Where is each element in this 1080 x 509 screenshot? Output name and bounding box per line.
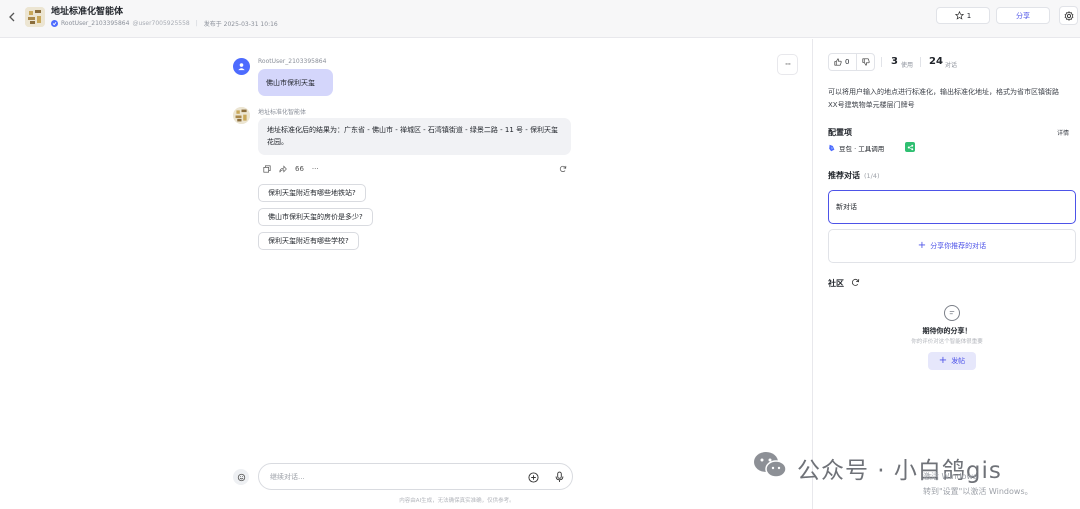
share-message-button[interactable]: [279, 165, 287, 173]
settings-button[interactable]: [1059, 6, 1078, 25]
community-refresh-button[interactable]: [850, 277, 860, 287]
ai-disclaimer: 内容由AI生成，无法确保真实准确，仅供参考。: [399, 498, 515, 504]
thumbs-up-icon: [834, 58, 842, 66]
share-recommended-button[interactable]: + 分享你推荐的对话: [828, 229, 1076, 263]
empty-state-title: 期待你的分享！: [922, 327, 972, 335]
more-options-button[interactable]: ···: [777, 54, 798, 75]
stat-divider: [881, 57, 882, 67]
recommend-count: (1/4): [864, 172, 880, 180]
person-icon: [238, 63, 245, 71]
bot-avatar: [233, 107, 250, 124]
verified-icon: [51, 19, 58, 27]
bot-message: 地址标准化后的结果为：广东省 - 佛山市 - 禅城区 - 石湾镇街道 - 绿景二…: [258, 118, 571, 155]
attach-button[interactable]: [527, 471, 539, 483]
chat-area: ··· RootUser_2103395864 佛山市保利天玺 地址标准化智能体…: [0, 39, 812, 509]
more-actions-button[interactable]: ···: [312, 165, 319, 173]
agent-info-panel: 0 3 使用 24 对话 可以将用户输入的地点进行标准化，输出标准化地址，格式为…: [812, 39, 1080, 509]
broom-icon: [237, 473, 245, 481]
comment-icon: [944, 305, 960, 321]
share-plugin-icon[interactable]: [905, 142, 915, 152]
plus-icon: +: [938, 355, 948, 366]
message-composer: [258, 463, 573, 490]
gear-icon: [1064, 10, 1073, 21]
chevron-left-icon: [9, 12, 15, 22]
stat-divider: [920, 57, 921, 67]
forward-icon: [279, 165, 287, 173]
copy-button[interactable]: [263, 165, 271, 173]
like-count: 0: [845, 58, 850, 66]
regenerate-button[interactable]: [557, 163, 569, 175]
app-root: 地址标准化智能体 RootUser_2103395864 @user700592…: [0, 0, 1080, 509]
author-meta: RootUser_2103395864 @user7005925558 | 发布…: [51, 18, 278, 28]
conversation-count: 24: [929, 56, 943, 67]
back-button[interactable]: [4, 9, 20, 25]
user-name: RootUser_2103395864: [258, 58, 327, 65]
post-button[interactable]: + 发帖: [928, 352, 976, 370]
author-handle: @user7005925558: [132, 19, 190, 27]
voice-input-button[interactable]: [553, 470, 565, 484]
thumbs-down-icon: [861, 58, 870, 66]
config-heading: 配置项: [828, 128, 852, 137]
favorite-button[interactable]: 1: [936, 7, 990, 24]
message-input[interactable]: [270, 469, 510, 485]
plus-icon: +: [917, 240, 927, 251]
clear-context-button[interactable]: [233, 469, 249, 485]
agent-description: 可以将用户输入的地点进行标准化，输出标准化地址，格式为省市区镇街路XX号建筑物单…: [828, 88, 1059, 109]
windows-activation-title: 激活 Windows: [923, 472, 978, 481]
refresh-icon: [559, 165, 567, 172]
like-button[interactable]: 0: [829, 54, 857, 70]
recommend-heading: 推荐对话 (1/4): [828, 171, 880, 180]
share-button[interactable]: 分享: [996, 7, 1050, 24]
bot-name: 地址标准化智能体: [258, 109, 307, 116]
refresh-icon: [851, 278, 859, 286]
message-actions: 66 ···: [263, 163, 319, 175]
new-conversation-item[interactable]: 新对话: [828, 190, 1076, 224]
copy-icon: [263, 165, 271, 173]
dislike-button[interactable]: [857, 54, 874, 70]
suggestion-chip[interactable]: 佛山市保利天玺的房价是多少?: [258, 208, 373, 226]
conversation-label: 对话: [945, 62, 958, 69]
windows-activation-hint: 转到"设置"以激活 Windows。: [923, 487, 1033, 496]
star-icon: [954, 11, 964, 20]
user-avatar: [233, 58, 250, 75]
meta-divider: |: [195, 19, 198, 27]
author-name[interactable]: RootUser_2103395864: [61, 20, 129, 27]
agent-title: 地址标准化智能体: [51, 7, 124, 17]
top-header: 地址标准化智能体 RootUser_2103395864 @user700592…: [0, 0, 1080, 38]
doubao-logo-icon: [829, 144, 835, 152]
wechat-logo-icon: [754, 452, 787, 478]
usage-count: 3: [891, 56, 898, 67]
usage-label: 使用: [901, 62, 914, 69]
quote-button[interactable]: 66: [295, 165, 304, 173]
favorite-count: 1: [966, 11, 972, 20]
suggestion-chip[interactable]: 保利天玺附近有哪些学校?: [258, 232, 359, 250]
config-detail-link[interactable]: 详情: [1057, 128, 1069, 137]
suggestion-chip[interactable]: 保利天玺附近有哪些地铁站?: [258, 184, 366, 202]
ellipsis-icon: ···: [784, 59, 792, 70]
model-plugin[interactable]: 豆包 · 工具调用: [828, 143, 884, 153]
user-message: 佛山市保利天玺: [258, 69, 333, 96]
plus-circle-icon: [527, 471, 539, 483]
agent-avatar: [25, 7, 45, 27]
microphone-icon: [555, 471, 563, 482]
community-heading: 社区: [828, 279, 844, 288]
publish-date: 发布于 2025-03-31 10:16: [203, 20, 278, 28]
vote-group: 0: [828, 53, 875, 71]
empty-state-subtitle: 你的评价对这个智能体很重要: [911, 339, 983, 345]
